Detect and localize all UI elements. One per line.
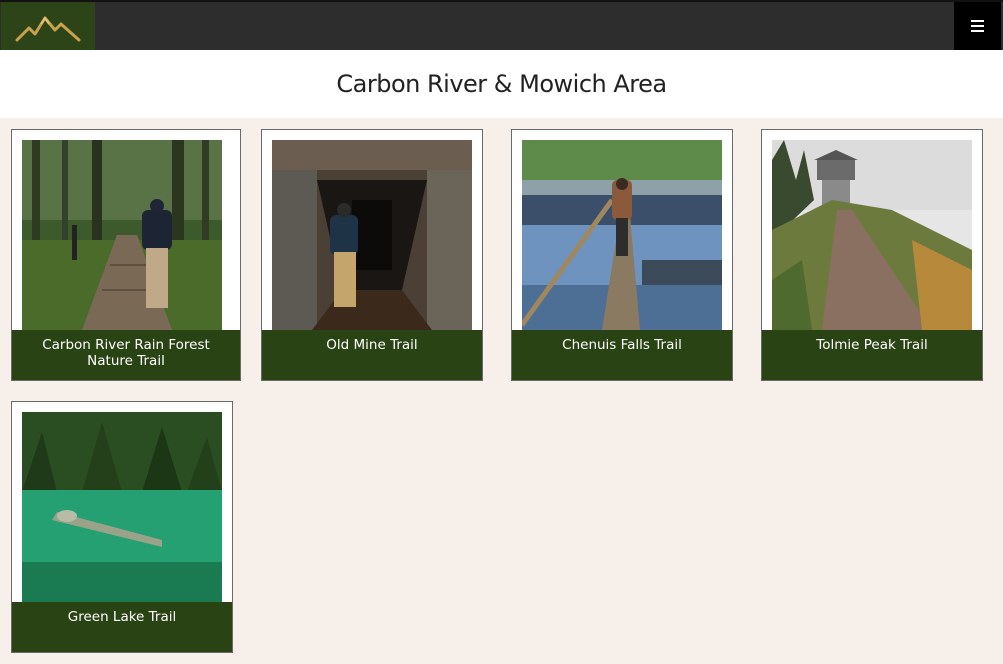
trail-photo-mine-tunnel <box>272 140 472 330</box>
hamburger-menu-button[interactable] <box>954 2 1001 50</box>
trail-photo-log-bridge <box>522 140 722 330</box>
trail-card-title: Chenuis Falls Trail <box>512 330 732 380</box>
trail-card-old-mine[interactable]: Old Mine Trail <box>261 129 483 381</box>
top-navbar <box>0 0 1003 50</box>
trail-card-carbon-river[interactable]: Carbon River Rain Forest Nature Trail <box>11 129 241 381</box>
hamburger-menu-icon <box>971 20 984 22</box>
mountain-logo-icon <box>15 16 81 42</box>
trail-card-title: Carbon River Rain Forest Nature Trail <box>12 330 240 380</box>
trail-card-green-lake[interactable]: Green Lake Trail <box>11 401 233 653</box>
trail-card-title: Tolmie Peak Trail <box>762 330 982 380</box>
home-logo-link[interactable] <box>1 2 95 50</box>
trail-photo-green-lake <box>22 412 222 602</box>
trail-card-chenuis-falls[interactable]: Chenuis Falls Trail <box>511 129 733 381</box>
trail-card-tolmie-peak[interactable]: Tolmie Peak Trail <box>761 129 983 381</box>
hamburger-menu-icon-bar <box>971 30 984 32</box>
trail-photo-lookout-tower <box>772 140 972 330</box>
page-title: Carbon River & Mowich Area <box>336 70 667 98</box>
trail-card-title: Old Mine Trail <box>262 330 482 380</box>
page-header: Carbon River & Mowich Area <box>0 50 1003 118</box>
trail-card-title: Green Lake Trail <box>12 602 232 652</box>
hamburger-menu-icon-bar <box>971 25 984 27</box>
trail-grid: Carbon River Rain Forest Nature Trail Ol… <box>0 118 1003 664</box>
trail-photo-forest-boardwalk <box>22 140 222 330</box>
